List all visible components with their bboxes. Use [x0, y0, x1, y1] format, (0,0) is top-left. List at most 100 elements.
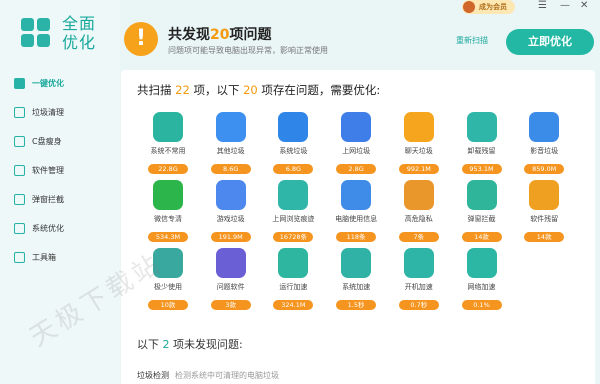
avatar [463, 1, 475, 13]
issue-badge: 16728条 [273, 232, 314, 242]
app-logo-text: 全面优化 [62, 14, 97, 52]
other-junk-icon [215, 112, 246, 142]
issue-item[interactable]: 运行加速 324.1M [263, 248, 323, 328]
issue-label: 软件残留 [530, 215, 559, 223]
system-icon [14, 222, 25, 234]
rescan-link[interactable]: 重新扫描 [456, 35, 488, 46]
issue-badge: 992.1M [398, 164, 439, 174]
software-residue-icon [529, 180, 560, 210]
issue-label: 系统加速 [342, 283, 371, 291]
junk-check-row: 垃圾检测 检测系统中可清理的电脑垃圾 [137, 370, 279, 381]
issue-item[interactable]: 软件残留 14款 [514, 180, 574, 260]
issue-label: 影音垃圾 [530, 147, 559, 155]
toolbox-icon [14, 251, 25, 263]
menu-icon[interactable]: ☰ [538, 0, 547, 11]
recycle-icon [466, 112, 497, 142]
issue-badge: 2.8G [336, 164, 377, 174]
issue-label: 游戏垃圾 [216, 215, 245, 223]
issue-label: 网络加速 [467, 283, 496, 291]
optimize-now-button[interactable]: 立即优化 [506, 29, 594, 55]
sidebar-item-label: 一键优化 [32, 78, 64, 88]
software-icon [14, 164, 25, 176]
sidebar-item-label: 工具箱 [32, 252, 56, 262]
browser-icon [341, 112, 372, 142]
sidebar-item-label: 垃圾清理 [32, 107, 64, 117]
minimize-icon[interactable]: — [560, 0, 570, 11]
issue-item[interactable]: 问题软件 3款 [201, 248, 261, 328]
junk-check-hint: 检测系统中可清理的电脑垃圾 [175, 371, 279, 380]
issue-badge: 14款 [461, 232, 502, 242]
issue-label: 弹窗拦截 [467, 215, 496, 223]
issue-item[interactable]: 网络加速 0.1% [452, 248, 512, 328]
sidebar-item-label: 弹窗拦截 [32, 194, 64, 204]
issue-badge: 6.8G [273, 164, 314, 174]
chat-icon [403, 112, 434, 142]
sidebar-item-label: 系统优化 [32, 223, 64, 233]
issue-badge: 859.0M [524, 164, 565, 174]
issue-badge: 14款 [524, 232, 565, 242]
privacy-icon [403, 180, 434, 210]
bad-software-icon [215, 248, 246, 278]
rocket-icon [403, 248, 434, 278]
sidebar-item-label: 软件管理 [32, 165, 64, 175]
issue-badge: 0.1% [461, 300, 502, 310]
sliders-icon [341, 248, 372, 278]
page-title: 共发现20项问题 [168, 27, 272, 43]
windows-icon [278, 112, 309, 142]
trash-icon [14, 106, 25, 118]
browse-trace-icon [278, 180, 309, 210]
close-icon[interactable]: ✕ [580, 0, 588, 11]
issue-badge: 10款 [148, 300, 188, 310]
issue-label: 开机加速 [404, 283, 433, 291]
junk-check-label: 垃圾检测 [137, 371, 169, 380]
issue-label: 卸载残留 [467, 147, 496, 155]
issue-label: 问题软件 [216, 283, 245, 291]
sidebar-item-1[interactable]: 垃圾清理 [0, 99, 120, 125]
issue-badge: 534.3M [148, 232, 188, 242]
sidebar-item-2[interactable]: C盘瘦身 [0, 128, 120, 154]
issue-badge: 191.9M [210, 232, 251, 242]
game-icon [215, 180, 246, 210]
issue-badge: 22.8G [148, 164, 188, 174]
issue-label: 聊天垃圾 [404, 147, 433, 155]
issue-label: 系统垃圾 [279, 147, 308, 155]
issue-item[interactable]: 系统加速 1.5秒 [326, 248, 386, 328]
sidebar-item-4[interactable]: 弹窗拦截 [0, 186, 120, 212]
film-icon [529, 112, 560, 142]
issue-badge: 118条 [336, 232, 377, 242]
sidebar-item-5[interactable]: 系统优化 [0, 215, 120, 241]
issue-item[interactable]: 开机加速 0.7秒 [389, 248, 449, 328]
router-icon [466, 248, 497, 278]
issue-label: 电脑使用信息 [335, 215, 378, 223]
become-member-label: 成为会员 [479, 3, 507, 11]
sidebar-item-0[interactable]: 一键优化 [0, 70, 120, 96]
sidebar-item-label: C盘瘦身 [32, 136, 62, 146]
run-speed-icon [278, 248, 309, 278]
warning-icon: ! [124, 22, 158, 56]
pc-info-icon [341, 180, 372, 210]
popup-icon [14, 193, 25, 205]
issue-badge: 324.1M [273, 300, 314, 310]
issue-label: 运行加速 [279, 283, 308, 291]
disk-icon [14, 135, 25, 147]
block-icon [466, 180, 497, 210]
issue-label: 其他垃圾 [216, 147, 245, 155]
issue-badge: 953.1M [461, 164, 502, 174]
issue-label: 上网垃圾 [342, 147, 371, 155]
issue-badge: 3款 [210, 300, 251, 310]
issue-badge: 8.6G [210, 164, 251, 174]
app-logo-icon [21, 18, 51, 48]
sidebar-item-6[interactable]: 工具箱 [0, 244, 120, 270]
scan-summary: 共扫描 22 项，以下 20 项存在问题，需要优化: [137, 83, 381, 97]
issue-badge: 1.5秒 [336, 300, 377, 310]
page-subtitle: 问题项可能导致电脑出现异常，影响正常使用 [168, 46, 328, 55]
issue-label: 高危隐私 [404, 215, 433, 223]
become-member-button[interactable]: 成为会员 [462, 0, 515, 14]
system-unused-icon [153, 112, 183, 142]
wechat-icon [153, 180, 183, 210]
sidebar-item-3[interactable]: 软件管理 [0, 157, 120, 183]
issue-label: 上网浏览痕迹 [272, 215, 315, 223]
no-issue-summary: 以下 2 项未发现问题: [137, 338, 243, 351]
issue-badge: 7条 [398, 232, 439, 242]
issue-label: 系统不常用 [150, 147, 186, 155]
